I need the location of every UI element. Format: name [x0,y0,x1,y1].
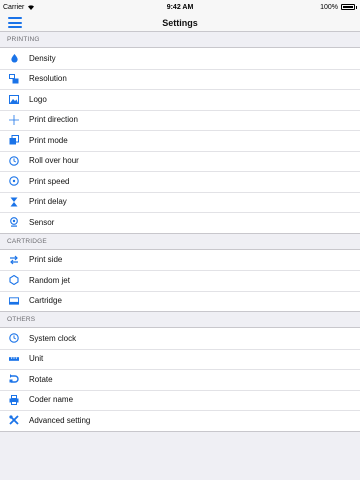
settings-row-resolution[interactable]: Resolution [0,68,360,90]
speed-icon [9,176,19,186]
wifi-icon [28,5,35,10]
settings-row-print-side[interactable]: Print side [0,250,360,271]
drop-icon [9,53,19,63]
settings-row-print-mode[interactable]: Print mode [0,130,360,151]
settings-row-roll-over-hour[interactable]: Roll over hour [0,150,360,172]
settings-row-label: Sensor [29,217,55,227]
battery-percent: 100% [320,3,338,11]
settings-row-label: Rotate [29,374,53,384]
settings-row-density[interactable]: Density [0,48,360,69]
settings-row-label: Print side [29,255,63,265]
settings-list: PRINTING Density Resolution Logo Print direc… [0,32,360,432]
settings-row-logo[interactable]: Logo [0,89,360,110]
settings-row-print-delay[interactable]: Print delay [0,191,360,213]
settings-row-cartridge[interactable]: Cartridge [0,290,360,312]
settings-row-sensor[interactable]: Sensor [0,212,360,233]
settings-row-label: Advanced setting [29,415,91,425]
jet-icon [9,275,19,286]
settings-group: Print side Random jet Cartridge [0,248,360,312]
direction-icon [9,114,19,125]
section-header: PRINTING [7,36,40,43]
settings-row-label: Resolution [29,74,67,84]
hamburger-menu-icon[interactable] [8,17,22,28]
swap-icon [9,255,19,265]
settings-row-label: Print delay [29,197,67,207]
status-bar: Carrier 9:42 AM 100% [0,0,360,14]
settings-group: System clock Unit Rotate Coder name Advanced… [0,327,360,432]
battery-icon [341,4,355,10]
rotate-icon [9,374,19,384]
printer-icon [9,394,19,405]
section-header: OTHERS [7,316,36,323]
hourglass-icon [9,197,19,207]
settings-row-print-speed[interactable]: Print speed [0,171,360,192]
settings-row-label: Logo [29,94,47,104]
navigation-bar: Settings [0,14,360,32]
settings-row-print-direction[interactable]: Print direction [0,109,360,131]
settings-row-unit[interactable]: Unit [0,348,360,370]
image-icon [9,94,19,104]
settings-row-label: Roll over hour [29,156,79,166]
tools-icon [9,415,19,425]
settings-row-label: Density [29,53,56,63]
settings-row-label: Unit [29,354,44,364]
carrier-label: Carrier [3,3,25,11]
settings-row-label: Print mode [29,135,68,145]
section-header: CARTRIDGE [7,237,47,245]
settings-row-rotate[interactable]: Rotate [0,369,360,390]
sensor-icon [9,217,19,227]
mode-icon [9,135,19,145]
carrier-area: Carrier [3,4,35,11]
settings-row-label: System clock [29,333,77,343]
settings-row-random-jet[interactable]: Random jet [0,270,360,291]
settings-row-label: Print direction [29,115,78,125]
settings-row-label: Cartridge [29,296,62,306]
battery-area: 100% [320,4,357,11]
clock-icon [9,333,19,343]
settings-group: Density Resolution Logo Print direction Prin… [0,47,360,234]
settings-row-label: Print speed [29,176,70,186]
settings-row-label: Coder name [29,395,74,405]
page-title: Settings [162,17,198,28]
settings-row-advanced-setting[interactable]: Advanced setting [0,410,360,431]
clock-icon [9,156,19,166]
ruler-icon [9,354,19,364]
settings-row-label: Random jet [29,275,70,285]
status-time: 9:42 AM [166,3,194,11]
settings-row-system-clock[interactable]: System clock [0,328,360,349]
settings-row-coder-name[interactable]: Coder name [0,389,360,411]
cartridge-icon [9,296,19,306]
battery-cap [356,5,357,9]
resolution-icon [9,73,19,84]
